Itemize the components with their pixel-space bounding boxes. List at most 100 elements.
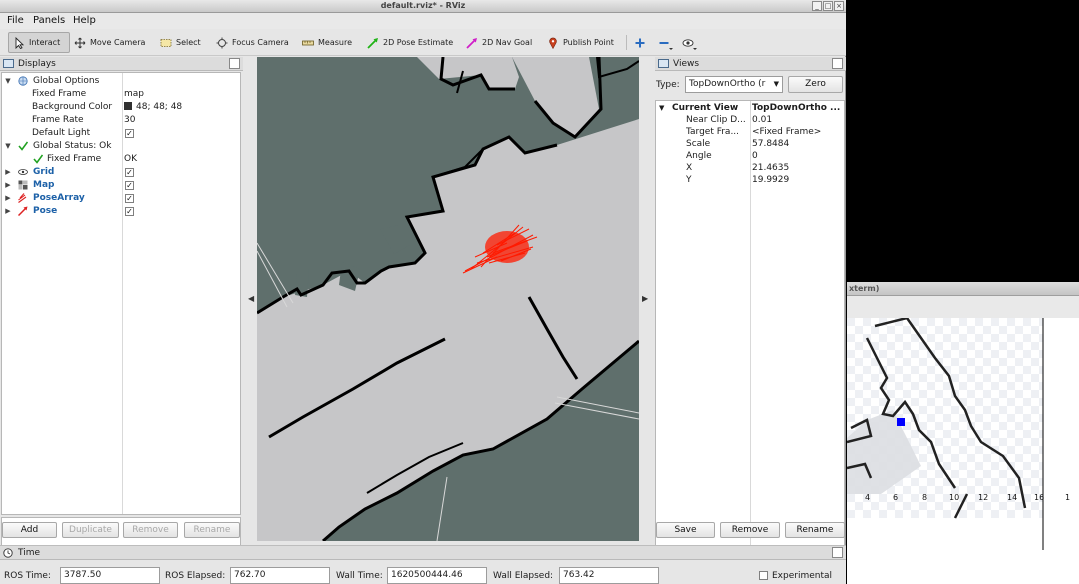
angle-row[interactable]: Angle 0: [656, 150, 844, 162]
move-camera-button[interactable]: Move Camera: [74, 32, 145, 53]
render-view[interactable]: [257, 57, 639, 541]
save-view-button[interactable]: Save: [656, 522, 715, 538]
select-icon: [160, 37, 172, 49]
select-button[interactable]: Select: [160, 32, 201, 53]
experimental-checkbox[interactable]: [759, 571, 768, 580]
wall-time-field[interactable]: 1620500444.46: [387, 567, 487, 584]
close-button[interactable]: ×: [834, 1, 844, 11]
y-row[interactable]: Y 19.9929: [656, 174, 844, 186]
frame-rate-value[interactable]: 30: [124, 114, 135, 127]
displays-tree[interactable]: ▼ Global Options Fixed Frame map Backgro…: [1, 72, 241, 515]
near-clip-value[interactable]: 0.01: [752, 114, 844, 126]
current-view-row[interactable]: ▼ Current View TopDownOrtho ...: [656, 102, 844, 114]
target-frame-row[interactable]: Target Fra... <Fixed Frame>: [656, 126, 844, 138]
matplotlib-map-plot: 4 6 8 10 12 14 16 1: [847, 318, 1070, 550]
move-camera-label: Move Camera: [90, 38, 146, 47]
pose-estimate-button[interactable]: 2D Pose Estimate: [367, 32, 453, 53]
tree-row-grid[interactable]: ▶ Grid ✓: [2, 166, 240, 179]
measure-label: Measure: [318, 38, 352, 47]
default-light-checkbox[interactable]: ✓: [125, 129, 134, 138]
background-color-value[interactable]: 48; 48; 48: [124, 101, 182, 114]
expand-down-icon: ▼: [5, 77, 11, 85]
expand-right-icon: ▶: [5, 194, 11, 202]
tree-row-global-options[interactable]: ▼ Global Options: [2, 75, 240, 88]
tree-row-default-light[interactable]: Default Light ✓: [2, 127, 240, 140]
interact-tool-button[interactable]: Interact: [8, 32, 70, 53]
focus-camera-button[interactable]: Focus Camera: [216, 32, 289, 53]
rename-view-button[interactable]: Rename: [785, 522, 845, 538]
map-checkbox[interactable]: ✓: [125, 181, 134, 190]
green-arrow-icon: [367, 37, 379, 49]
angle-value[interactable]: 0: [752, 150, 844, 162]
zero-button[interactable]: Zero: [788, 76, 843, 93]
menu-help[interactable]: Help: [73, 15, 96, 26]
window-titlebar[interactable]: default.rviz* - RViz _ □ ×: [0, 0, 846, 13]
tree-row-fixed-frame[interactable]: Fixed Frame map: [2, 88, 240, 101]
ros-elapsed-field[interactable]: 762.70: [230, 567, 330, 584]
target-frame-label: Target Fra...: [686, 127, 740, 137]
view-type-value: TopDownOrtho (r: [689, 79, 766, 89]
menu-bar: File Panels Help: [0, 13, 846, 29]
tree-row-status-fixed-frame[interactable]: Fixed Frame OK: [2, 153, 240, 166]
toolbar-separator: [626, 35, 627, 50]
near-clip-row[interactable]: Near Clip D... 0.01: [656, 114, 844, 126]
duplicate-button[interactable]: Duplicate: [62, 522, 119, 538]
measure-button[interactable]: Measure: [302, 32, 352, 53]
ros-time-field[interactable]: 3787.50: [60, 567, 160, 584]
x-value[interactable]: 21.4635: [752, 162, 844, 174]
tree-row-pose[interactable]: ▶ Pose ✓: [2, 205, 240, 218]
grid-checkbox[interactable]: ✓: [125, 168, 134, 177]
tree-row-posearray[interactable]: ▶ PoseArray ✓: [2, 192, 240, 205]
x-row[interactable]: X 21.4635: [656, 162, 844, 174]
tree-row-map[interactable]: ▶ Map ✓: [2, 179, 240, 192]
publish-point-button[interactable]: Publish Point: [547, 32, 614, 53]
monitor-icon: [3, 59, 14, 68]
minus-icon: [658, 37, 673, 50]
remove-button[interactable]: Remove: [123, 522, 178, 538]
wall-elapsed-field[interactable]: 763.42: [559, 567, 659, 584]
view-type-select[interactable]: TopDownOrtho (r ▼: [685, 76, 783, 93]
views-panel: Views Type: TopDownOrtho (r ▼ Zero ▼ Cur…: [655, 57, 846, 573]
pose-checkbox[interactable]: ✓: [125, 207, 134, 216]
scale-row[interactable]: Scale 57.8484: [656, 138, 844, 150]
maximize-button[interactable]: □: [823, 1, 833, 11]
menu-file[interactable]: File: [7, 15, 24, 26]
rviz-window: default.rviz* - RViz _ □ × File Panels H…: [0, 0, 846, 584]
minimize-button[interactable]: _: [812, 1, 822, 11]
current-view-label: Current View: [672, 103, 739, 113]
menu-panels[interactable]: Panels: [33, 15, 65, 26]
tree-row-global-status[interactable]: ▼ Global Status: Ok: [2, 140, 240, 153]
remove-view-button[interactable]: Remove: [720, 522, 780, 538]
x-tick-12: 12: [978, 493, 988, 502]
x-tick-8: 8: [922, 493, 927, 502]
nav-goal-button[interactable]: 2D Nav Goal: [466, 32, 532, 53]
green-check-icon: [33, 154, 44, 164]
expand-right-icon: ▶: [5, 207, 11, 215]
xterm-titlebar[interactable]: xterm): [847, 282, 1079, 296]
rename-button[interactable]: Rename: [184, 522, 240, 538]
tree-row-frame-rate[interactable]: Frame Rate 30: [2, 114, 240, 127]
experimental-label: Experimental: [772, 571, 833, 581]
y-value[interactable]: 19.9929: [752, 174, 844, 186]
add-button[interactable]: Add: [2, 522, 57, 538]
collapse-right-icon[interactable]: ▶: [642, 294, 648, 303]
target-frame-value[interactable]: <Fixed Frame>: [752, 126, 844, 138]
float-panel-button[interactable]: [832, 547, 843, 558]
add-tool-button[interactable]: [634, 32, 650, 53]
float-panel-button[interactable]: [832, 58, 843, 69]
pose-array-icon: [18, 193, 28, 203]
posearray-checkbox[interactable]: ✓: [125, 194, 134, 203]
tree-row-background-color[interactable]: Background Color 48; 48; 48: [2, 101, 240, 114]
xterm-window: xterm) 4 6 8 10 12 14 16 1: [847, 282, 1079, 584]
ruler-icon: [302, 37, 314, 49]
expand-right-icon: ▶: [5, 181, 11, 189]
fixed-frame-label: Fixed Frame: [32, 89, 87, 99]
tool-visibility-button[interactable]: [682, 32, 698, 53]
pose-estimate-label: 2D Pose Estimate: [383, 38, 454, 47]
remove-tool-button[interactable]: [658, 32, 674, 53]
float-panel-button[interactable]: [229, 58, 240, 69]
views-tree[interactable]: ▼ Current View TopDownOrtho ... Near Cli…: [655, 100, 845, 573]
collapse-left-icon[interactable]: ◀: [248, 294, 254, 303]
scale-value[interactable]: 57.8484: [752, 138, 844, 150]
fixed-frame-value[interactable]: map: [124, 88, 144, 101]
